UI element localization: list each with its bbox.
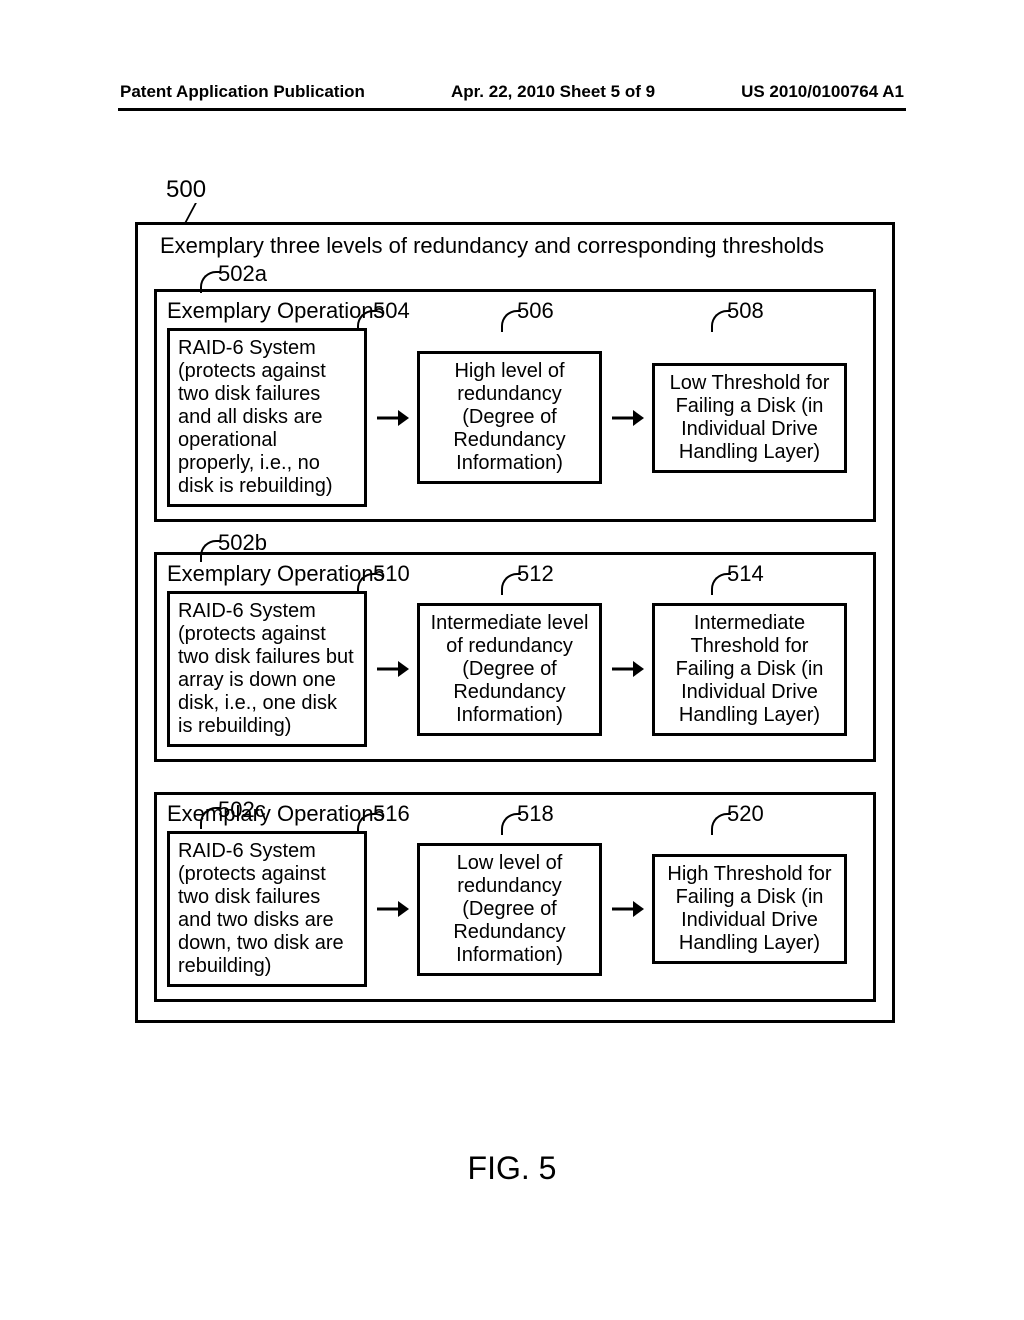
cell-b-left: RAID-6 System (protects against two disk… bbox=[167, 591, 367, 747]
cell-b-right: Intermediate Threshold for Failing a Dis… bbox=[652, 603, 847, 736]
ref-506: 506 bbox=[517, 298, 554, 324]
cell-c-right: High Threshold for Failing a Disk (in In… bbox=[652, 854, 847, 964]
outer-title: Exemplary three levels of redundancy and… bbox=[160, 233, 876, 259]
cell-b-mid: Intermediate level of redundancy (Degree… bbox=[417, 603, 602, 736]
arrow-icon bbox=[612, 908, 642, 910]
row-c: RAID-6 System (protects against two disk… bbox=[167, 831, 863, 987]
header-rule bbox=[118, 108, 906, 111]
ops-group-b: Exemplary Operations 510 512 514 RAID-6 … bbox=[154, 552, 876, 762]
arrow-icon bbox=[612, 668, 642, 670]
ops-group-c: Exemplary Operations 516 518 520 RAID-6 … bbox=[154, 792, 876, 1002]
ref-514: 514 bbox=[727, 561, 764, 587]
ref-518: 518 bbox=[517, 801, 554, 827]
cell-a-left: RAID-6 System (protects against two disk… bbox=[167, 328, 367, 507]
ref-500: 500 bbox=[166, 176, 206, 204]
page-header: Patent Application Publication Apr. 22, … bbox=[120, 82, 904, 102]
ref-510: 510 bbox=[373, 561, 410, 587]
cell-c-mid: Low level of redundancy (Degree of Redun… bbox=[417, 843, 602, 976]
figure-caption: FIG. 5 bbox=[0, 1150, 1024, 1187]
header-right: US 2010/0100764 A1 bbox=[741, 82, 904, 102]
ref-512: 512 bbox=[517, 561, 554, 587]
arrow-icon bbox=[612, 417, 642, 419]
cell-a-right: Low Threshold for Failing a Disk (in Ind… bbox=[652, 363, 847, 473]
ref-502a: 502a bbox=[218, 261, 267, 287]
ops-group-a: Exemplary Operations 504 506 508 RAID-6 … bbox=[154, 289, 876, 522]
header-left: Patent Application Publication bbox=[120, 82, 365, 102]
cell-c-left: RAID-6 System (protects against two disk… bbox=[167, 831, 367, 987]
ref-520: 520 bbox=[727, 801, 764, 827]
cell-a-mid: High level of redundancy (Degree of Redu… bbox=[417, 351, 602, 484]
ref-504: 504 bbox=[373, 298, 410, 324]
outer-box: Exemplary three levels of redundancy and… bbox=[135, 222, 895, 1023]
arrow-icon bbox=[377, 908, 407, 910]
arrow-icon bbox=[377, 417, 407, 419]
arrow-icon bbox=[377, 668, 407, 670]
row-a: RAID-6 System (protects against two disk… bbox=[167, 328, 863, 507]
ref-508: 508 bbox=[727, 298, 764, 324]
header-center: Apr. 22, 2010 Sheet 5 of 9 bbox=[451, 82, 655, 102]
row-b: RAID-6 System (protects against two disk… bbox=[167, 591, 863, 747]
ref-516: 516 bbox=[373, 801, 410, 827]
